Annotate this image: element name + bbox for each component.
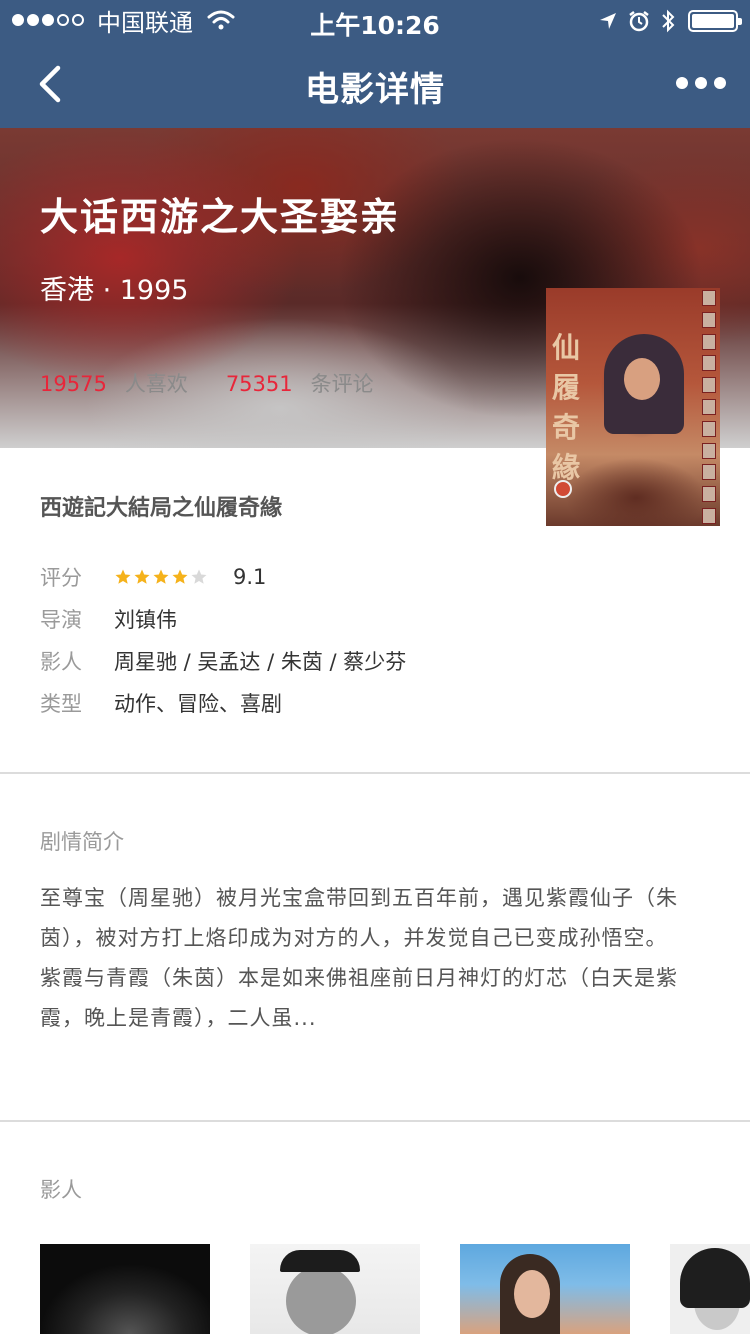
movie-poster[interactable]: 仙履奇緣 bbox=[546, 288, 720, 526]
star-icon bbox=[191, 569, 207, 584]
dot-icon bbox=[695, 77, 707, 89]
person-photo[interactable] bbox=[40, 1244, 210, 1334]
synopsis-text[interactable]: 至尊宝（周星驰）被月光宝盒带回到五百年前，遇见紫霞仙子（朱茵），被对方打上烙印成… bbox=[40, 878, 710, 1038]
original-title: 西遊記大結局之仙履奇緣 bbox=[40, 496, 283, 521]
movie-region-year: 香港 · 1995 bbox=[40, 275, 189, 306]
dot-icon bbox=[714, 77, 726, 89]
rating-label: 评分 bbox=[40, 566, 82, 590]
person-photo[interactable] bbox=[250, 1244, 420, 1334]
comments-label[interactable]: 条评论 bbox=[311, 368, 374, 398]
battery-icon bbox=[688, 10, 742, 32]
cast-label: 影人 bbox=[40, 650, 82, 674]
status-right bbox=[588, 8, 742, 34]
rating-row: 评分 9.1 bbox=[40, 562, 266, 592]
poster-face bbox=[624, 358, 660, 400]
movie-title: 大话西游之大圣娶亲 bbox=[40, 195, 401, 239]
likes-label: 人喜欢 bbox=[124, 372, 188, 396]
location-arrow-icon bbox=[600, 13, 616, 29]
poster-badge-icon bbox=[554, 480, 572, 498]
person-photo[interactable] bbox=[460, 1244, 630, 1334]
star-icon bbox=[134, 569, 150, 584]
synopsis-paragraph-2: 紫霞与青霞（朱茵）本是如来佛祖座前日月神灯的灯芯（白天是紫霞，晚上是青霞），二人… bbox=[40, 966, 678, 1030]
section-divider bbox=[0, 772, 750, 774]
poster-title-text: 仙履奇緣 bbox=[552, 331, 581, 484]
person-photo[interactable] bbox=[670, 1244, 750, 1334]
likes-count: 19575 bbox=[40, 372, 107, 396]
genre-row: 类型 动作、冒险、喜剧 bbox=[40, 688, 282, 718]
cast-value: 周星驰 / 吴孟达 / 朱茵 / 蔡少芬 bbox=[114, 650, 407, 674]
nav-bar: 电影详情 bbox=[0, 40, 750, 128]
movie-stats: 19575 人喜欢 75351 条评论 bbox=[40, 368, 412, 398]
page-title: 电影详情 bbox=[305, 70, 445, 110]
director-row: 导演 刘镇伟 bbox=[40, 604, 177, 634]
synopsis-title: 剧情简介 bbox=[40, 830, 124, 854]
genre-value: 动作、冒险、喜剧 bbox=[114, 692, 282, 716]
synopsis-paragraph-1: 至尊宝（周星驰）被月光宝盒带回到五百年前，遇见紫霞仙子（朱茵），被对方打上烙印成… bbox=[40, 886, 678, 950]
more-options-button[interactable] bbox=[676, 68, 726, 98]
section-divider bbox=[0, 1120, 750, 1122]
bluetooth-icon bbox=[662, 9, 675, 33]
alarm-icon bbox=[629, 11, 649, 32]
poster-cast-strip bbox=[702, 290, 718, 524]
dot-icon bbox=[676, 77, 688, 89]
people-section-title: 影人 bbox=[40, 1178, 82, 1202]
comments-count[interactable]: 75351 bbox=[226, 372, 293, 396]
people-carousel[interactable] bbox=[40, 1244, 750, 1334]
director-label: 导演 bbox=[40, 608, 82, 632]
genre-label: 类型 bbox=[40, 692, 82, 716]
status-bar: 中国联通 上午10:26 bbox=[0, 0, 750, 40]
star-icon bbox=[153, 569, 169, 584]
cast-row: 影人 周星驰 / 吴孟达 / 朱茵 / 蔡少芬 bbox=[40, 646, 406, 676]
rating-stars bbox=[114, 568, 209, 586]
star-icon bbox=[115, 569, 131, 584]
director-value: 刘镇伟 bbox=[114, 608, 177, 632]
star-icon bbox=[172, 569, 188, 584]
rating-value: 9.1 bbox=[233, 565, 267, 589]
